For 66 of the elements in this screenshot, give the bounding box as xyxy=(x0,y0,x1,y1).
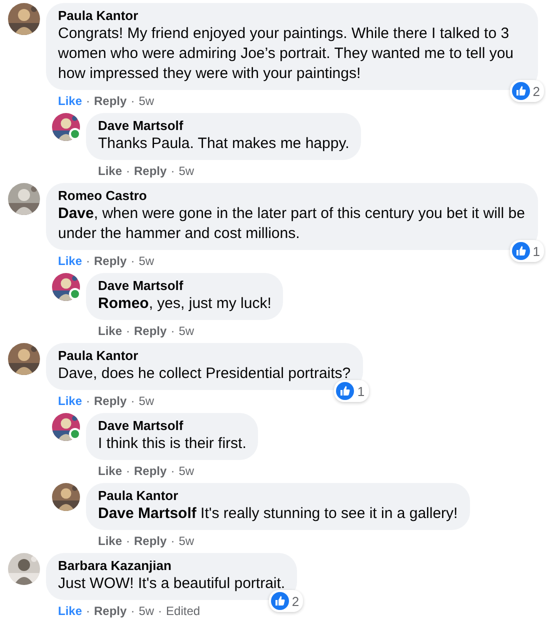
separator-dot: · xyxy=(170,533,175,549)
reaction-count: 2 xyxy=(292,594,300,608)
timestamp[interactable]: 5w xyxy=(138,603,154,619)
separator-dot: · xyxy=(126,533,130,549)
separator-dot: · xyxy=(170,463,175,479)
reply-link[interactable]: Reply xyxy=(134,323,167,339)
like-link[interactable]: Like xyxy=(98,533,122,549)
author-name[interactable]: Paula Kantor xyxy=(58,8,526,24)
thumbs-up-icon xyxy=(512,82,530,100)
timestamp[interactable]: 5w xyxy=(138,93,154,109)
reply-link[interactable]: Reply xyxy=(94,93,127,109)
comment-text: Dave Martsolf It's really stunning to see it in a gallery! xyxy=(98,504,458,524)
reply-link[interactable]: Reply xyxy=(134,163,167,179)
comment-text: I think this is their first. xyxy=(98,434,246,454)
separator-dot: · xyxy=(158,603,162,619)
timestamp[interactable]: 5w xyxy=(178,163,194,179)
author-name[interactable]: Barbara Kazanjian xyxy=(58,558,286,574)
separator-dot: · xyxy=(130,93,135,109)
reply-link[interactable]: Reply xyxy=(94,253,127,269)
reaction-badge[interactable]: 2 xyxy=(510,80,544,102)
author-name[interactable]: Paula Kantor xyxy=(58,348,351,364)
like-link[interactable]: Like xyxy=(58,603,82,619)
separator-dot: · xyxy=(130,253,135,269)
reaction-badge[interactable]: 2 xyxy=(268,590,304,612)
author-name[interactable]: Dave Martsolf xyxy=(98,118,350,134)
thumbs-up-icon xyxy=(336,382,354,400)
timestamp[interactable]: 5w xyxy=(178,533,194,549)
reaction-badge[interactable]: 1 xyxy=(334,380,369,402)
reaction-count: 1 xyxy=(532,244,540,258)
separator-dot: · xyxy=(170,323,175,339)
thumbs-up-icon xyxy=(512,242,530,260)
separator-dot: · xyxy=(86,253,90,269)
separator-dot: · xyxy=(170,163,175,179)
separator-dot: · xyxy=(86,93,90,109)
separator-dot: · xyxy=(86,603,90,619)
separator-dot: · xyxy=(130,603,135,619)
separator-dot: · xyxy=(130,393,135,409)
comment-text: Thanks Paula. That makes me happy. xyxy=(98,134,350,154)
comment-text: Romeo, yes, just my luck! xyxy=(98,294,272,314)
timestamp[interactable]: 5w xyxy=(178,463,194,479)
like-link[interactable]: Like xyxy=(58,393,82,409)
thumbs-up-icon xyxy=(270,592,289,610)
like-link[interactable]: Like xyxy=(58,253,82,269)
separator-dot: · xyxy=(126,323,130,339)
separator-dot: · xyxy=(126,163,130,179)
author-name[interactable]: Paula Kantor xyxy=(98,488,458,504)
like-link[interactable]: Like xyxy=(98,163,122,179)
separator-dot: · xyxy=(126,463,130,479)
separator-dot: · xyxy=(86,393,90,409)
reaction-count: 1 xyxy=(357,384,365,398)
like-link[interactable]: Like xyxy=(58,93,82,109)
timestamp[interactable]: 5w xyxy=(138,393,154,409)
like-link[interactable]: Like xyxy=(98,463,122,479)
reply-link[interactable]: Reply xyxy=(94,603,127,619)
author-name[interactable]: Romeo Castro xyxy=(58,188,526,204)
timestamp[interactable]: 5w xyxy=(178,323,194,339)
author-name[interactable]: Dave Martsolf xyxy=(98,418,246,434)
author-name[interactable]: Dave Martsolf xyxy=(98,278,272,294)
like-link[interactable]: Like xyxy=(98,323,122,339)
edited-label: Edited xyxy=(166,603,200,619)
reply-link[interactable]: Reply xyxy=(134,533,167,549)
reaction-count: 2 xyxy=(532,84,540,98)
reply-link[interactable]: Reply xyxy=(94,393,127,409)
timestamp[interactable]: 5w xyxy=(138,253,154,269)
reply-link[interactable]: Reply xyxy=(134,463,167,479)
reaction-badge[interactable]: 1 xyxy=(510,240,544,262)
